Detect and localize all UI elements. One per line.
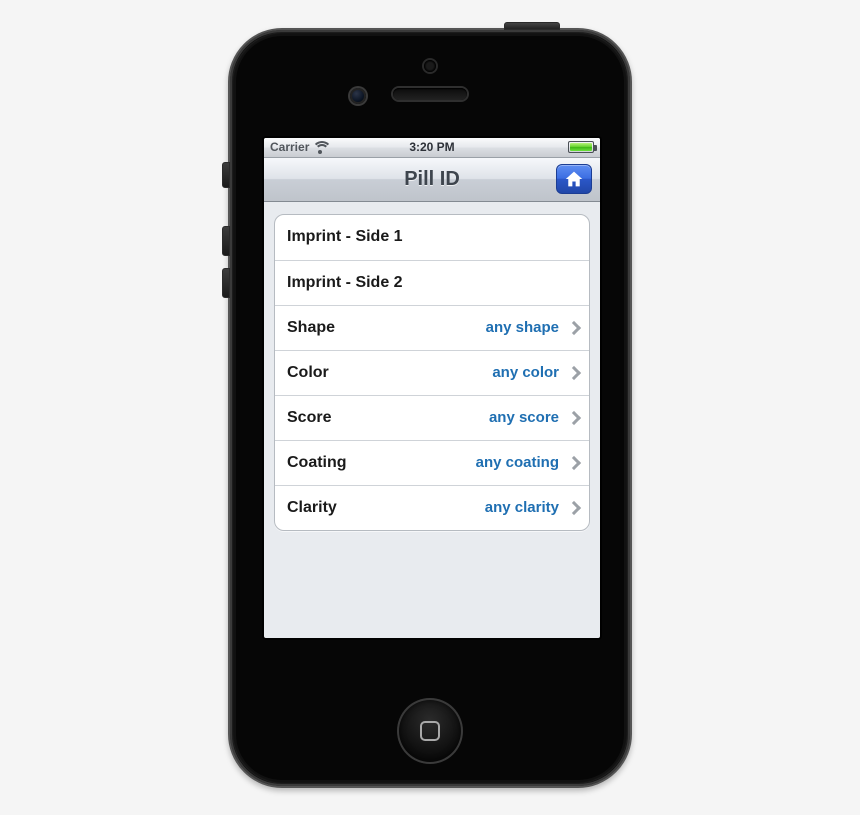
front-camera [350,88,366,104]
home-button[interactable] [556,164,592,194]
nav-bar: Pill ID [264,158,600,202]
filter-row-coating[interactable]: Coating any coating [275,440,589,485]
filter-row-label: Color [287,364,329,382]
silent-switch [222,162,230,188]
filter-row-label: Imprint - Side 2 [287,274,403,292]
device-frame: Carrier 3:20 PM Pill ID Imprint - Side 1… [228,28,632,788]
filter-row-value: any score [489,409,559,426]
filter-row-label: Shape [287,319,335,337]
earpiece-speaker [393,88,467,100]
home-icon [564,170,584,188]
filter-row-label: Clarity [287,499,337,517]
chevron-right-icon [567,320,581,334]
carrier-label: Carrier [270,140,309,154]
filter-row-color[interactable]: Color any color [275,350,589,395]
power-button [504,22,560,30]
filter-row-shape[interactable]: Shape any shape [275,305,589,350]
proximity-sensor [424,60,436,72]
filter-row-label: Coating [287,454,347,472]
filter-row-label: Imprint - Side 1 [287,228,403,246]
volume-up-button [222,226,230,256]
wifi-icon [313,142,327,153]
filter-row-clarity[interactable]: Clarity any clarity [275,485,589,530]
status-time: 3:20 PM [409,140,454,154]
filter-row-value: any shape [486,319,559,336]
chevron-right-icon [567,500,581,514]
chevron-right-icon [567,455,581,469]
volume-down-button [222,268,230,298]
filter-row-imprint-side-2[interactable]: Imprint - Side 2 [275,260,589,305]
status-bar: Carrier 3:20 PM [264,138,600,158]
screen: Carrier 3:20 PM Pill ID Imprint - Side 1… [264,138,600,638]
filter-row-value: any color [492,364,559,381]
chevron-right-icon [567,410,581,424]
filter-row-imprint-side-1[interactable]: Imprint - Side 1 [275,215,589,260]
filter-row-score[interactable]: Score any score [275,395,589,440]
hardware-home-button[interactable] [397,698,463,764]
content-area: Imprint - Side 1 Imprint - Side 2 Shape any… [264,202,600,543]
page-title: Pill ID [404,168,460,191]
battery-icon [568,141,594,153]
filter-row-label: Score [287,409,331,427]
filter-row-value: any coating [476,454,559,471]
chevron-right-icon [567,365,581,379]
filter-row-value: any clarity [485,499,559,516]
home-square-icon [420,721,440,741]
filter-table: Imprint - Side 1 Imprint - Side 2 Shape any… [274,214,590,531]
